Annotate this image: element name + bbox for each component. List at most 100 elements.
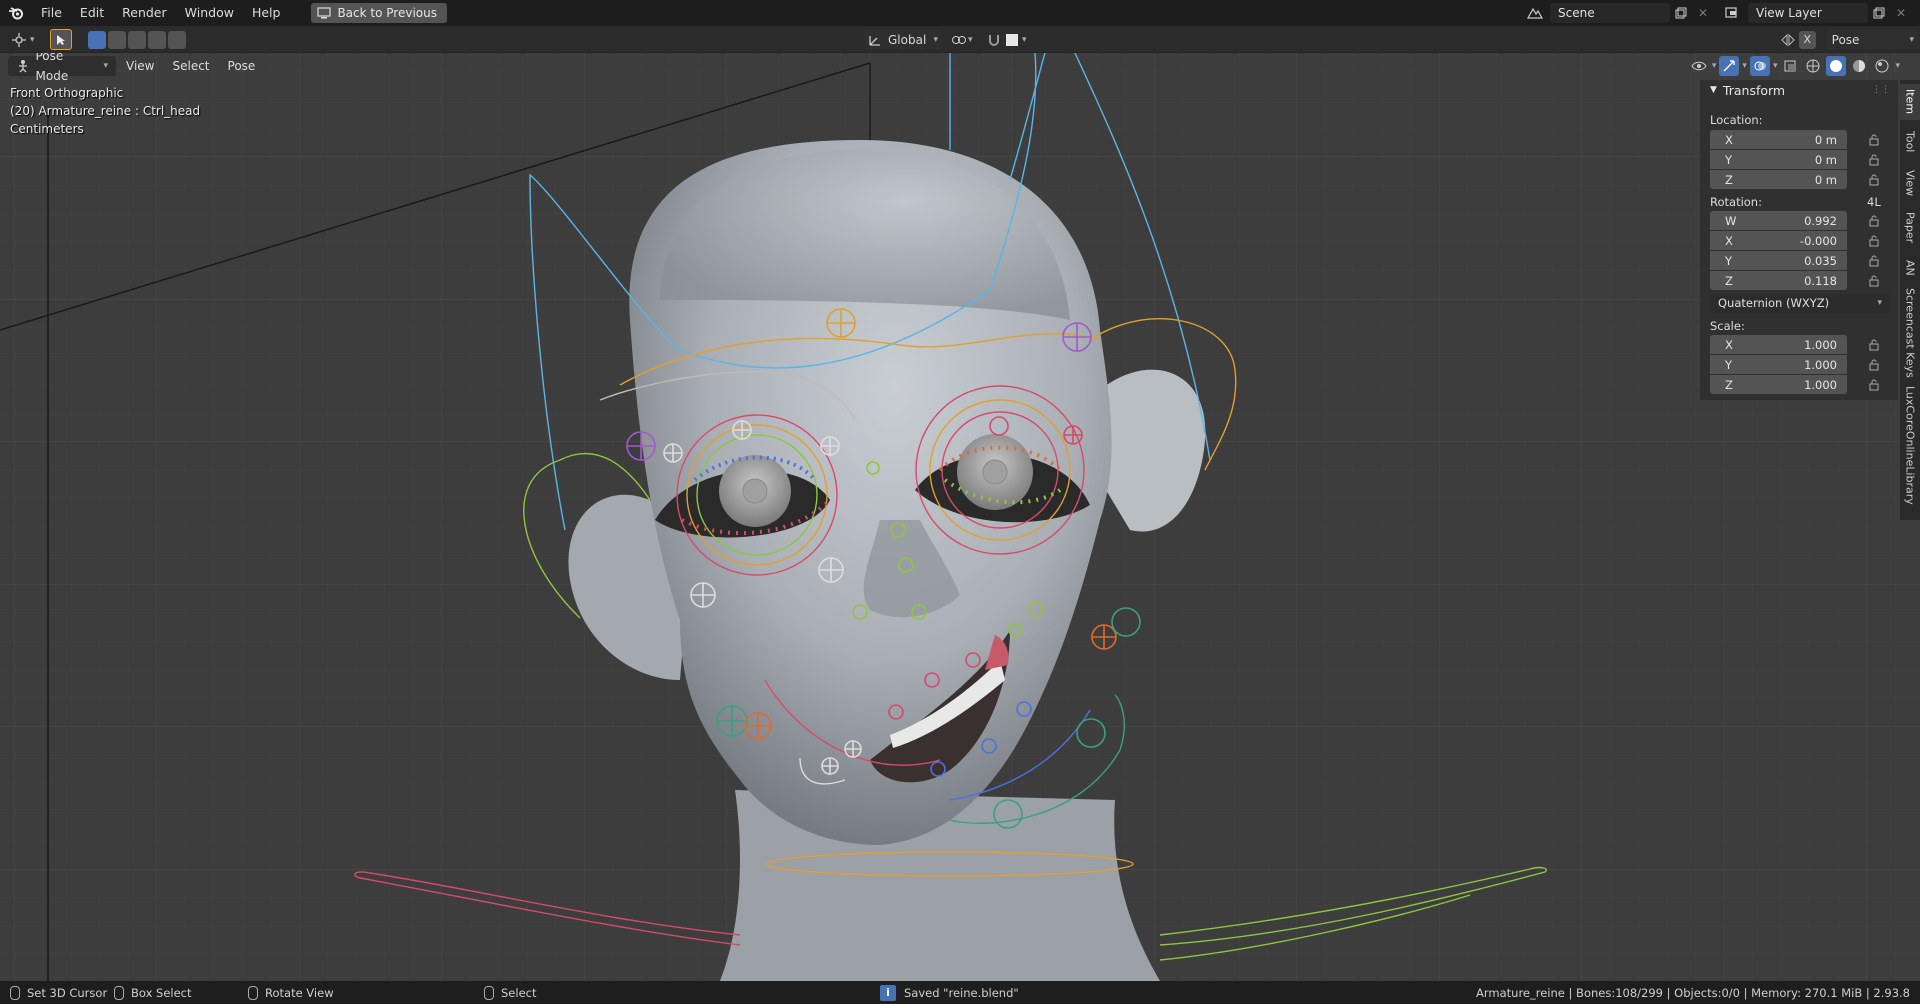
transform-title: Transform (1722, 82, 1786, 98)
menu-view[interactable]: View (118, 56, 162, 76)
delete-scene-icon[interactable]: ✕ (1692, 3, 1714, 23)
menu-window[interactable]: Window (176, 0, 243, 26)
orientation-icon (869, 35, 880, 46)
cursor-arrow-icon (50, 29, 72, 50)
menu-file[interactable]: File (32, 0, 71, 26)
mode-intersect-icon[interactable] (168, 30, 186, 49)
tab-tool[interactable]: Tool (1900, 124, 1920, 160)
pose-options-dropdown[interactable]: Pose Options ▾ (1825, 29, 1920, 67)
info-icon: i (880, 984, 896, 1001)
menu-pose[interactable]: Pose (220, 56, 264, 76)
solid-shading-icon[interactable] (1826, 56, 1847, 76)
new-scene-icon[interactable] (1670, 3, 1692, 23)
report-message[interactable]: i Saved "reine.blend" (880, 981, 1019, 1004)
mouse-right-icon (484, 985, 494, 1000)
lock-icon[interactable] (1867, 214, 1881, 228)
tab-an[interactable]: AN (1900, 254, 1920, 282)
wireframe-shading-icon[interactable] (1803, 56, 1823, 76)
scene-name-field[interactable]: Scene (1550, 3, 1670, 23)
x-mirror-icon[interactable] (1780, 33, 1795, 47)
viewport-shading-controls: ▾ ▾ ▾ ▾ (1689, 55, 1900, 77)
rotation-w-field[interactable]: W 0.992 (1710, 211, 1847, 230)
scene-selector[interactable]: Scene ✕ (1524, 3, 1714, 23)
rotation-4l-toggle[interactable]: 4L (1867, 195, 1881, 209)
pose-options-label: Pose Options (1831, 32, 1878, 67)
tab-view[interactable]: View (1900, 164, 1920, 202)
lock-icon[interactable] (1867, 133, 1881, 147)
sidebar-tabs: Item Tool View Paper AN Screencast Keys … (1900, 80, 1920, 520)
mode-invert-icon[interactable] (148, 30, 166, 49)
transform-panel-header[interactable]: ▼ Transform ⋮⋮ (1700, 80, 1898, 100)
chevron-down-icon: ▾ (1877, 298, 1882, 308)
location-y-field[interactable]: Y0 m (1710, 150, 1847, 169)
snap-target-dropdown[interactable]: ▾ (1006, 29, 1027, 50)
magnet-icon (989, 34, 999, 46)
top-menu-bar: File Edit Render Window Help Back to Pre… (0, 0, 1920, 26)
new-view-layer-icon[interactable] (1868, 3, 1890, 23)
lock-icon[interactable] (1867, 173, 1881, 187)
viewport-canvas[interactable] (0, 53, 1920, 981)
lock-icon[interactable] (1867, 153, 1881, 167)
lock-icon[interactable] (1867, 254, 1881, 268)
lock-icon[interactable] (1867, 338, 1881, 352)
tab-screencast-keys[interactable]: Screencast Keys (1900, 286, 1920, 380)
menu-edit[interactable]: Edit (71, 0, 113, 26)
chevron-down-icon: ▾ (933, 34, 938, 45)
mode-subtract-icon[interactable] (128, 30, 146, 49)
menu-select[interactable]: Select (164, 56, 217, 76)
editor-type-selector[interactable]: ▾ (10, 29, 35, 50)
chevron-down-icon: ▾ (103, 61, 108, 71)
visibility-eye-icon[interactable] (1689, 56, 1709, 76)
rotation-y-field[interactable]: Y 0.035 (1710, 251, 1847, 270)
snap-toggle[interactable] (986, 29, 1002, 50)
location-x-field[interactable]: X0 m (1710, 130, 1847, 149)
delete-view-layer-icon[interactable]: ✕ (1890, 3, 1912, 23)
status-bar: Set 3D Cursor Box Select Rotate View Sel… (0, 981, 1920, 1004)
lock-icon[interactable] (1867, 358, 1881, 372)
view-name-label: Front Orthographic (10, 86, 124, 100)
rotation-z-field[interactable]: Z 0.118 (1710, 271, 1847, 290)
lock-icon[interactable] (1867, 234, 1881, 248)
rotation-x-field[interactable]: X -0.000 (1710, 231, 1847, 250)
xray-toggle-icon[interactable] (1780, 56, 1800, 76)
tab-item[interactable]: Item (1900, 84, 1920, 120)
select-tool-button[interactable] (50, 29, 72, 50)
scene-icon[interactable] (1524, 3, 1546, 23)
chevron-down-icon: ▾ (1772, 61, 1778, 71)
x-toggle-button[interactable]: X (1798, 30, 1816, 49)
mode-dropdown[interactable]: Pose Mode ▾ (8, 53, 116, 83)
units-label: Centimeters (10, 122, 84, 136)
view-layer-selector[interactable]: View Layer ✕ (1722, 3, 1912, 23)
scale-z-field[interactable]: Z 1.000 (1710, 375, 1847, 394)
tab-paper[interactable]: Paper (1900, 206, 1920, 250)
scale-y-field[interactable]: Y 1.000 (1710, 355, 1847, 374)
location-z-field[interactable]: Z0 m (1710, 170, 1847, 189)
pivot-point-dropdown[interactable]: ▾ (950, 29, 973, 50)
pose-mode-icon (19, 60, 27, 73)
collapse-arrow-icon: ▼ (1710, 85, 1717, 95)
mouse-left-icon (10, 985, 20, 1000)
back-to-previous-button[interactable]: Back to Previous (311, 3, 447, 23)
tab-luxcore-online-library[interactable]: LuxCoreOnlineLibrary (1900, 384, 1920, 506)
3d-viewport[interactable]: Pose Mode ▾ View Select Pose Front Ortho… (0, 53, 1920, 981)
back-to-previous-label: Back to Previous (337, 6, 437, 20)
mode-set-icon[interactable] (88, 30, 106, 49)
view-layer-name-field[interactable]: View Layer (1748, 3, 1868, 23)
scale-x-field[interactable]: X 1.000 (1710, 335, 1847, 354)
menu-render[interactable]: Render (113, 0, 176, 26)
menu-help[interactable]: Help (243, 0, 290, 26)
transform-orientation-dropdown[interactable]: Global ▾ (864, 29, 942, 50)
scale-label: Scale: (1710, 319, 1745, 333)
screen-icon (317, 7, 332, 19)
blender-logo-icon[interactable] (0, 0, 32, 26)
drag-handle-icon[interactable]: ⋮⋮ (1872, 85, 1890, 95)
view-layer-icon[interactable] (1722, 3, 1744, 23)
mode-extend-icon[interactable] (108, 30, 126, 49)
rotation-mode-dropdown[interactable]: Quaternion (WXYZ) ▾ (1710, 294, 1890, 313)
rendered-shading-icon[interactable] (1872, 56, 1892, 76)
lock-icon[interactable] (1867, 378, 1881, 392)
gizmo-toggle-icon[interactable] (1719, 56, 1740, 76)
overlays-toggle-icon[interactable] (1749, 56, 1770, 76)
material-shading-icon[interactable] (1849, 56, 1869, 76)
lock-icon[interactable] (1867, 274, 1881, 288)
